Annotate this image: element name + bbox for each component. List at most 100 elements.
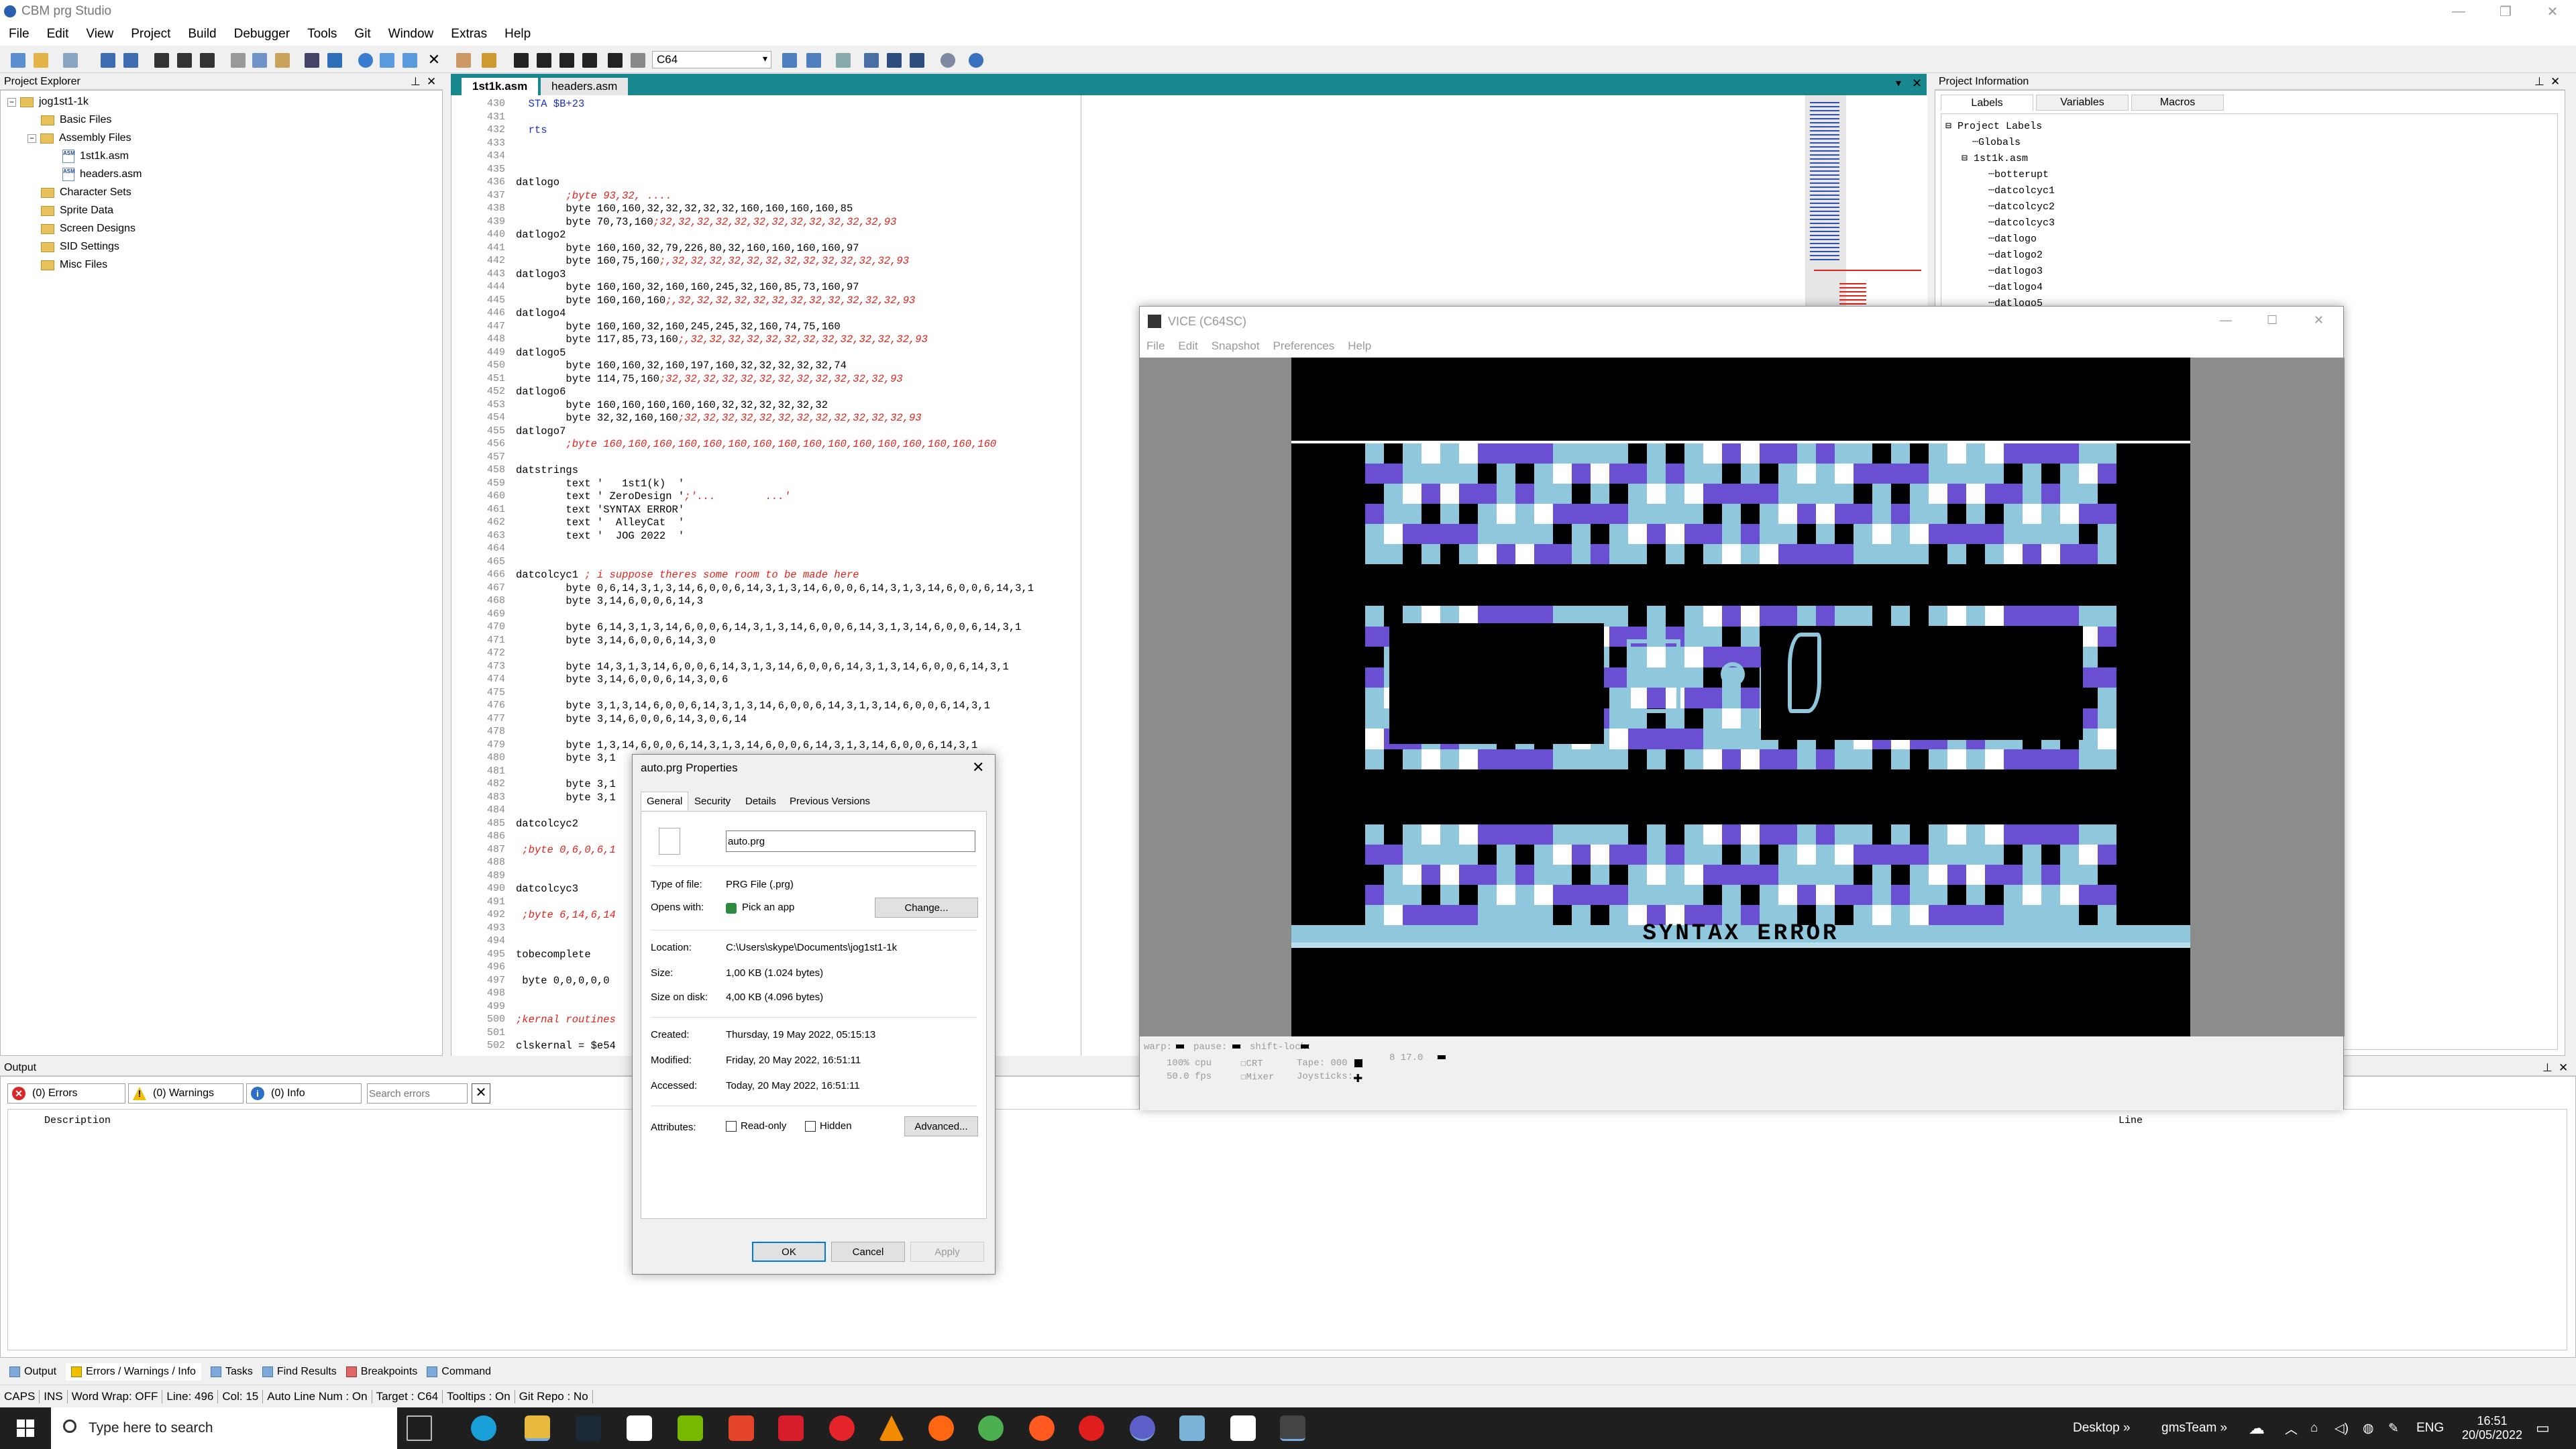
tab-breakpoints[interactable]: Breakpoints: [345, 1366, 417, 1378]
char-editor-icon[interactable]: [514, 53, 529, 68]
menu-file[interactable]: File: [0, 27, 38, 42]
label-item[interactable]: ┄datcolcyc3: [1988, 216, 2055, 229]
tray-chevron-icon[interactable]: ︿: [2285, 1407, 2298, 1449]
menu-edit[interactable]: Edit: [38, 27, 78, 42]
build-seq-icon[interactable]: [200, 53, 215, 68]
undo-icon[interactable]: [327, 53, 342, 68]
tree-item-sid-settings[interactable]: SID Settings: [41, 238, 119, 256]
cbm-prg-studio-icon[interactable]: [1130, 1415, 1155, 1441]
new-file-icon[interactable]: [11, 53, 25, 68]
menu-debugger[interactable]: Debugger: [225, 27, 299, 42]
new-project-icon[interactable]: [63, 53, 78, 68]
menu-window[interactable]: Window: [380, 27, 443, 42]
close-icon[interactable]: ✕: [2529, 0, 2576, 23]
nvidia-icon[interactable]: [678, 1415, 703, 1441]
file-explorer-icon[interactable]: [525, 1415, 550, 1441]
tab-headers-asm[interactable]: headers.asm: [541, 78, 629, 95]
vlc-icon[interactable]: [879, 1415, 904, 1441]
chrome-icon[interactable]: [978, 1415, 1004, 1441]
firefox-icon[interactable]: [928, 1415, 954, 1441]
errors-filter-button[interactable]: ✕ (0) Errors: [7, 1083, 125, 1104]
app-icon-4[interactable]: [1179, 1415, 1205, 1441]
network-icon[interactable]: ⌂: [2310, 1407, 2318, 1449]
vice-window[interactable]: VICE (C64SC) — ☐ ✕ File Edit Snapshot Pr…: [1139, 306, 2345, 1110]
vice-minimize-icon[interactable]: —: [2220, 313, 2232, 327]
clock[interactable]: 16:51 20/05/2022: [2455, 1407, 2529, 1449]
brave-icon[interactable]: [1029, 1415, 1055, 1441]
save-icon[interactable]: [101, 53, 115, 68]
tab-labels[interactable]: Labels: [1941, 95, 2033, 111]
menu-view[interactable]: View: [77, 27, 122, 42]
joystick-icon[interactable]: ✚: [1353, 1067, 1362, 1087]
app-icon-3[interactable]: [829, 1415, 855, 1441]
collapse-icon[interactable]: −: [7, 97, 16, 107]
notifications-icon[interactable]: ▭: [2536, 1407, 2550, 1449]
debug-icon[interactable]: [482, 53, 496, 68]
edit-icon[interactable]: [910, 53, 924, 68]
pin-icon[interactable]: ⊥: [411, 75, 421, 89]
vice-c64-icon[interactable]: [1280, 1415, 1305, 1441]
tab-command[interactable]: Command: [427, 1366, 491, 1378]
indent-icon[interactable]: [305, 53, 319, 68]
label-item[interactable]: ┄botterupt: [1988, 168, 2049, 180]
vice-menu-help[interactable]: Help: [1341, 339, 1378, 353]
app-icon-2[interactable]: [778, 1415, 804, 1441]
tab-1st1k-asm[interactable]: 1st1k.asm: [462, 78, 539, 95]
tree-item-screen-designs[interactable]: Screen Designs: [41, 220, 136, 237]
menu-build[interactable]: Build: [179, 27, 225, 42]
steam-icon[interactable]: [576, 1415, 601, 1441]
close-panel-icon[interactable]: ✕: [2559, 1061, 2568, 1075]
c64-screen[interactable]: SYNTAX ERROR: [1291, 358, 2190, 1036]
crt-checkbox[interactable]: ☐CRT: [1240, 1058, 1263, 1069]
monitor-icon[interactable]: [608, 53, 623, 68]
tree-item-project-labels[interactable]: ⊟ Project Labels: [1945, 119, 2042, 132]
vice-menu-edit[interactable]: Edit: [1171, 339, 1204, 353]
tree-item-assembly-files[interactable]: − Assembly Files: [28, 129, 131, 147]
label-item[interactable]: ┄datlogo4: [1988, 280, 2043, 293]
pen-icon[interactable]: ✎: [2388, 1407, 2399, 1449]
label-item[interactable]: ┄datlogo3: [1988, 264, 2043, 277]
tree-item-1st1k-asm[interactable]: ⊟ 1st1k.asm: [1962, 152, 2028, 164]
notepad-icon[interactable]: [627, 1415, 652, 1441]
label-item[interactable]: ┄datlogo2: [1988, 248, 2043, 261]
sprite-editor-icon[interactable]: [537, 53, 551, 68]
copy-icon[interactable]: [252, 53, 267, 68]
vice-menu-file[interactable]: File: [1140, 339, 1171, 353]
menu-project[interactable]: Project: [122, 27, 179, 42]
clear-search-icon[interactable]: ✕: [472, 1083, 490, 1104]
tree-item-character-sets[interactable]: Character Sets: [41, 184, 131, 201]
tree-item-globals[interactable]: ┄Globals: [1972, 136, 2021, 148]
taskbar-search[interactable]: Type here to search: [51, 1407, 397, 1449]
tree-item-1st1k-asm[interactable]: ASM 1st1k.asm: [62, 148, 129, 165]
maximize-icon[interactable]: ❐: [2482, 0, 2529, 23]
calculator-icon[interactable]: [1230, 1415, 1256, 1441]
close-panel-icon[interactable]: ✕: [2551, 75, 2560, 89]
tab-tasks[interactable]: Tasks: [210, 1366, 253, 1378]
close-tab-icon[interactable]: ✕: [1912, 76, 1922, 91]
change-button[interactable]: Change...: [875, 898, 978, 918]
ea-icon[interactable]: [1079, 1415, 1104, 1441]
vice-menu-snapshot[interactable]: Snapshot: [1205, 339, 1267, 353]
tools-icon[interactable]: [887, 53, 902, 68]
stop-icon[interactable]: ✕: [427, 52, 441, 68]
language-indicator[interactable]: ENG: [2416, 1407, 2444, 1449]
close-panel-icon[interactable]: ✕: [427, 75, 436, 89]
vice-maximize-icon[interactable]: ☐: [2267, 313, 2277, 327]
readonly-checkbox[interactable]: Read-only: [726, 1120, 786, 1132]
layout-icon[interactable]: [782, 53, 797, 68]
hidden-checkbox[interactable]: Hidden: [805, 1120, 852, 1132]
app-icon-1[interactable]: [729, 1415, 754, 1441]
split-icon[interactable]: [806, 53, 821, 68]
step-over-icon[interactable]: [402, 53, 417, 68]
weather-icon[interactable]: ☁: [2249, 1407, 2265, 1449]
build-icon[interactable]: [154, 53, 169, 68]
sid-editor-icon[interactable]: [582, 53, 597, 68]
label-item[interactable]: ┄datlogo: [1988, 232, 2037, 245]
grid-icon[interactable]: [864, 53, 879, 68]
tab-general[interactable]: General: [641, 792, 689, 810]
tree-item-basic-files[interactable]: Basic Files: [41, 111, 111, 129]
settings-icon[interactable]: [941, 53, 955, 68]
volume-icon[interactable]: ◁): [2334, 1407, 2349, 1449]
task-view-icon[interactable]: [407, 1415, 432, 1441]
advanced-button[interactable]: Advanced...: [904, 1116, 978, 1136]
